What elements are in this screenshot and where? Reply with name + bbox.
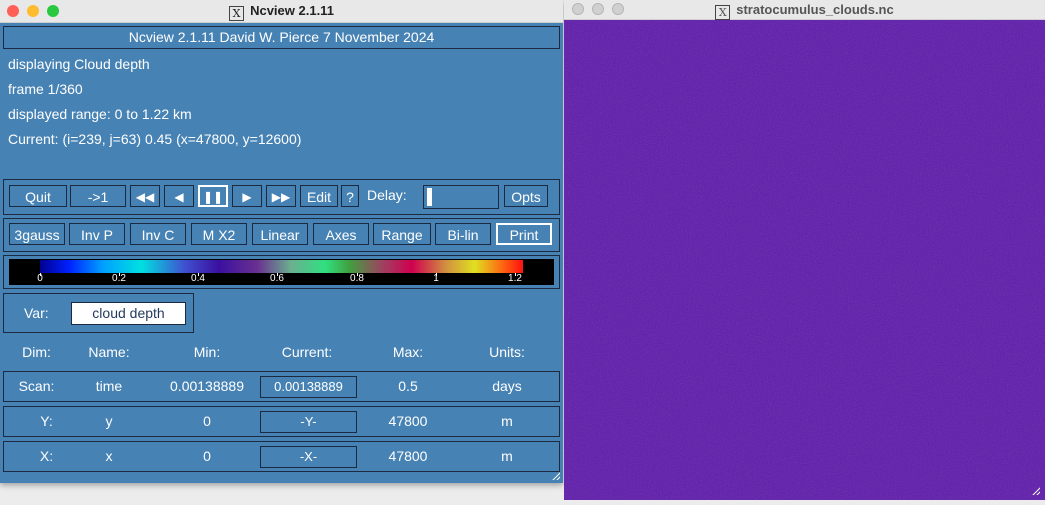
image-window: Xstratocumulus_clouds.nc: [564, 0, 1045, 500]
current-text: Current: (i=239, j=63) 0.45 (x=47800, y=…: [8, 131, 302, 147]
quit-button[interactable]: Quit: [9, 185, 67, 207]
x11-logo-icon: X: [715, 5, 731, 20]
option-axes[interactable]: Axes: [313, 223, 369, 245]
colorbar-tick-label: 0: [37, 273, 43, 284]
x11-logo-icon: X: [229, 6, 245, 21]
option-linear[interactable]: Linear: [252, 223, 308, 245]
dim-var-name: time: [95, 378, 123, 394]
fast-forward-icon: ▶▶: [271, 190, 291, 204]
ncview-titlebar[interactable]: X Ncview 2.1.11: [0, 0, 563, 23]
cloud-depth-image[interactable]: [564, 20, 1045, 500]
help-button[interactable]: ?: [341, 185, 359, 207]
colorbar-tick-label: 0.6: [270, 273, 284, 284]
edit-button[interactable]: Edit: [300, 185, 338, 207]
dim-max: 47800: [388, 413, 428, 429]
min-header: Min:: [193, 344, 221, 360]
step-back-icon: ◀: [174, 190, 184, 204]
noise-texture: [564, 20, 1045, 500]
dim-header: Dim:: [22, 344, 51, 360]
colorbar-tick-label: 0.2: [112, 273, 126, 284]
dim-min: 0: [203, 413, 211, 429]
option-inv-p[interactable]: Inv P: [69, 223, 125, 245]
version-banner: Ncview 2.1.11 David W. Pierce 7 November…: [3, 26, 560, 49]
dim-row-y: Y: y 0 -Y- 47800 m: [3, 406, 560, 437]
units-header: Units:: [489, 344, 525, 360]
range-text: displayed range: 0 to 1.22 km: [8, 106, 192, 122]
window-title-text: Ncview 2.1.11: [250, 3, 334, 18]
rewind-button[interactable]: ◀◀: [130, 185, 160, 207]
option-3gauss[interactable]: 3gauss: [9, 223, 65, 245]
step-forward-icon: ▶: [242, 190, 252, 204]
y-axis-select-button[interactable]: -Y-: [260, 411, 357, 433]
rewind-icon: ◀◀: [135, 190, 155, 204]
var-label: Var:: [24, 305, 49, 321]
colorbar-tick-label: 0.8: [350, 273, 364, 284]
variable-selector: Var: cloud depth: [3, 293, 194, 333]
dim-min: 0: [203, 448, 211, 464]
dim-units: m: [501, 413, 513, 429]
playback-controls: Quit ->1 ◀◀ ◀ ❚❚ ▶ ▶▶ Edit ? Delay: Opts: [3, 179, 560, 215]
dim-var-name: y: [105, 413, 113, 429]
colorbar: 0 0.2 0.4 0.6 0.8 1 1.2: [9, 259, 554, 285]
dim-max: 0.5: [398, 378, 418, 394]
window-title: X Ncview 2.1.11: [0, 3, 563, 21]
option-print[interactable]: Print: [496, 223, 552, 245]
delay-slider[interactable]: [423, 185, 499, 209]
resize-grip-icon[interactable]: [1030, 485, 1040, 495]
colorbar-tick-label: 1: [433, 273, 439, 284]
name-header: Name:: [88, 344, 130, 360]
colorbar-tick-label: 0.4: [191, 273, 205, 284]
option-range[interactable]: Range: [373, 223, 431, 245]
dim-row-scan: Scan: time 0.00138889 0.00138889 0.5 day…: [3, 371, 560, 402]
colorbar-gradient: [40, 260, 523, 273]
opts-button[interactable]: Opts: [504, 185, 548, 207]
options-row: 3gauss Inv P Inv C M X2 Linear Axes Rang…: [3, 218, 560, 252]
dim-units: m: [501, 448, 513, 464]
option-bilinear[interactable]: Bi-lin: [435, 223, 491, 245]
displaying-text: displaying Cloud depth: [8, 56, 150, 72]
image-window-title-text: stratocumulus_clouds.nc: [736, 2, 894, 17]
scan-current-button[interactable]: 0.00138889: [260, 376, 357, 398]
max-header: Max:: [392, 344, 424, 360]
delay-label: Delay:: [367, 187, 407, 203]
var-cloud-depth-button[interactable]: cloud depth: [71, 302, 186, 325]
delay-slider-thumb[interactable]: [427, 188, 432, 206]
dim-max: 47800: [388, 448, 428, 464]
fast-forward-button[interactable]: ▶▶: [266, 185, 296, 207]
dim-row-x: X: x 0 -X- 47800 m: [3, 441, 560, 472]
frame-text: frame 1/360: [8, 81, 83, 97]
option-magnify[interactable]: M X2: [191, 223, 247, 245]
dim-min: 0.00138889: [170, 378, 244, 394]
dim-name: Scan:: [18, 378, 55, 394]
image-window-title: Xstratocumulus_clouds.nc: [564, 2, 1045, 20]
resize-grip-icon[interactable]: [550, 470, 560, 480]
option-inv-c[interactable]: Inv C: [130, 223, 186, 245]
step-back-button[interactable]: ◀: [164, 185, 194, 207]
pause-icon: ❚❚: [202, 190, 224, 204]
image-titlebar[interactable]: Xstratocumulus_clouds.nc: [564, 0, 1045, 20]
to-first-frame-button[interactable]: ->1: [70, 185, 126, 207]
colorbar-tick-label: 1.2: [508, 273, 522, 284]
step-forward-button[interactable]: ▶: [232, 185, 262, 207]
dim-units: days: [492, 378, 522, 394]
current-header: Current:: [281, 344, 333, 360]
ncview-window: X Ncview 2.1.11 Ncview 2.1.11 David W. Pi…: [0, 0, 563, 483]
dim-var-name: x: [105, 448, 113, 464]
pause-button[interactable]: ❚❚: [198, 185, 228, 207]
x-axis-select-button[interactable]: -X-: [260, 446, 357, 468]
